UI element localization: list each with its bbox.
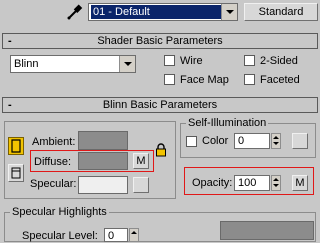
material-name-value: 01 - Default — [91, 5, 221, 19]
specular-color-swatch[interactable] — [78, 176, 128, 194]
opacity-spinner[interactable] — [271, 175, 281, 191]
opacity-map-button[interactable]: M — [292, 175, 308, 191]
shader-type-dropdown[interactable]: Blinn — [10, 55, 136, 73]
self-illum-value-input[interactable]: 0 — [234, 133, 270, 149]
highlight-graph — [220, 221, 314, 240]
wire-checkbox[interactable] — [164, 55, 175, 66]
diffuse-label: Diffuse: — [34, 156, 72, 168]
shader-type-value: Blinn — [14, 58, 39, 70]
lock-icon[interactable] — [155, 143, 167, 157]
self-illum-spinner[interactable] — [271, 133, 281, 149]
blinn-rollout-title: Blinn Basic Parameters — [102, 99, 218, 111]
specular-level-label: Specular Level: — [22, 230, 98, 242]
opacity-value-input[interactable]: 100 — [234, 175, 270, 191]
self-illum-color-checkbox[interactable] — [186, 136, 197, 147]
diffuse-map-button[interactable]: M — [133, 153, 149, 169]
blinn-rollout-header[interactable]: - Blinn Basic Parameters — [2, 97, 318, 113]
eyedropper-icon[interactable] — [64, 3, 86, 21]
specular-highlights-title: Specular Highlights — [10, 206, 109, 218]
lock-ambient-diffuse-button[interactable] — [8, 137, 24, 155]
shader-rollout-header[interactable]: - Shader Basic Parameters — [2, 33, 318, 49]
chevron-down-icon[interactable] — [221, 4, 237, 20]
specular-label: Specular: — [30, 178, 77, 190]
face-map-label: Face Map — [180, 74, 229, 86]
self-illumination-title: Self-Illumination — [186, 117, 269, 129]
material-type-button[interactable]: Standard — [244, 3, 318, 21]
ambient-label: Ambient: — [32, 136, 76, 148]
lock-diffuse-specular-button[interactable] — [8, 164, 24, 182]
chevron-down-icon[interactable] — [119, 56, 135, 72]
two-sided-checkbox[interactable] — [244, 55, 255, 66]
self-illum-color-label: Color — [202, 135, 229, 147]
face-map-checkbox[interactable] — [164, 74, 175, 85]
wire-label: Wire — [180, 55, 203, 67]
two-sided-label: 2-Sided — [260, 55, 298, 67]
opacity-label: Opacity: — [192, 177, 233, 189]
faceted-label: Faceted — [260, 74, 300, 86]
specular-map-button[interactable] — [133, 177, 149, 193]
self-illum-map-button[interactable] — [292, 133, 308, 149]
shader-rollout-title: Shader Basic Parameters — [97, 35, 223, 47]
faceted-checkbox[interactable] — [244, 74, 255, 85]
ambient-color-swatch[interactable] — [78, 131, 128, 150]
diffuse-color-swatch[interactable] — [78, 152, 128, 170]
material-name-dropdown[interactable]: 01 - Default — [88, 3, 238, 21]
